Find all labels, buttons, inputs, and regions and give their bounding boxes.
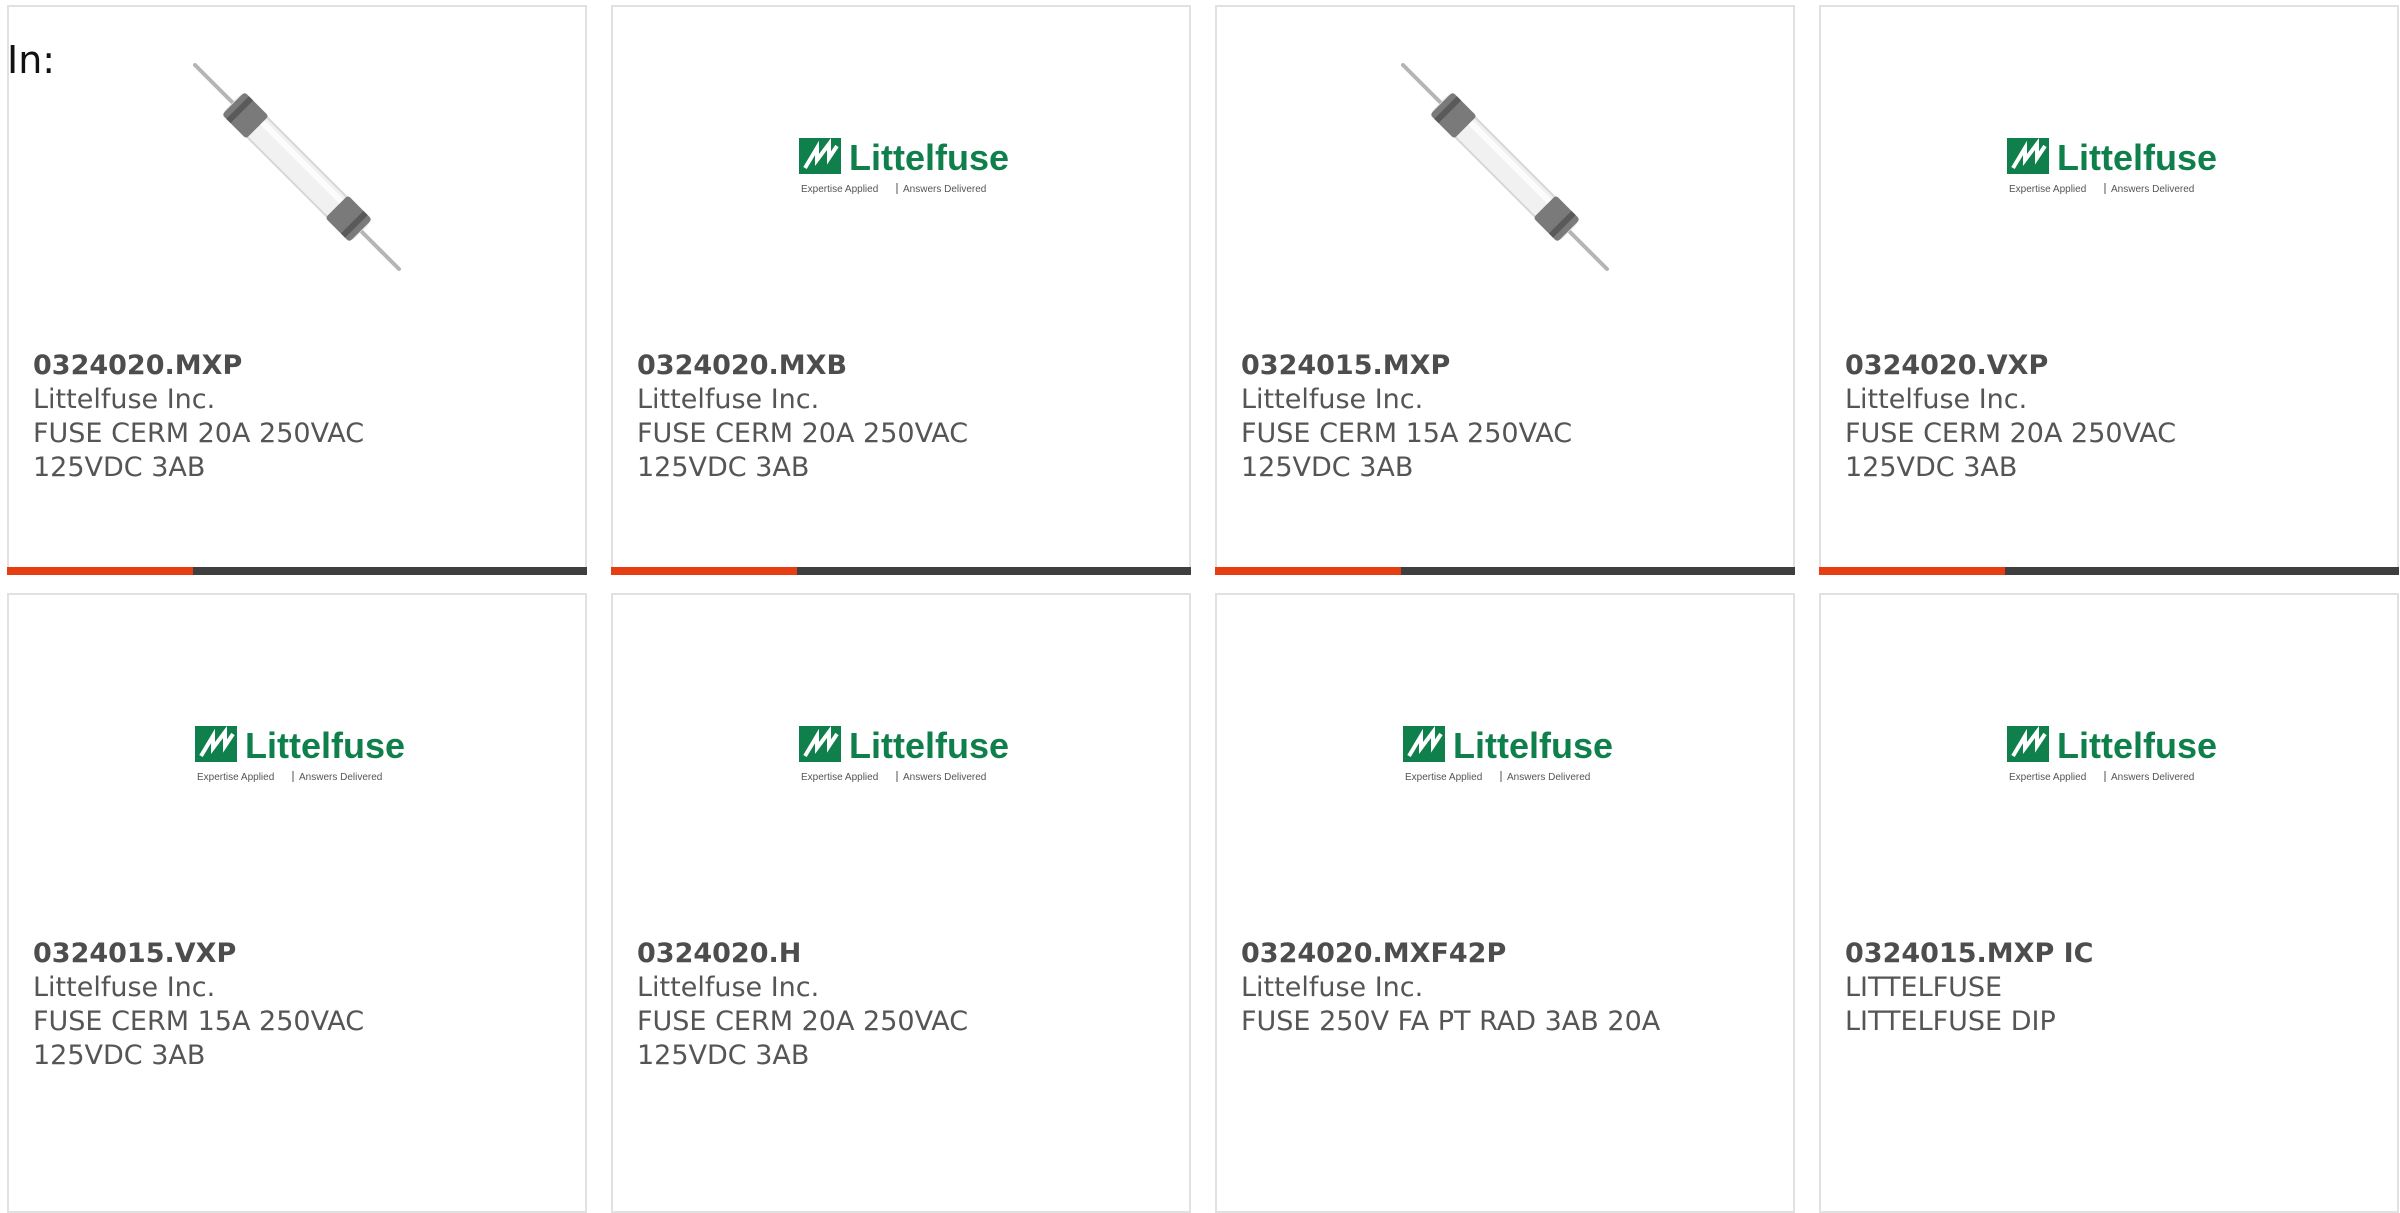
part-number[interactable]: 0324020.MXB xyxy=(637,349,1165,383)
part-number[interactable]: 0324020.MXF42P xyxy=(1241,937,1769,971)
product-card[interactable]: 0324020.MXP Littelfuse Inc. FUSE CERM 20… xyxy=(7,5,587,575)
product-info: 0324020.MXP Littelfuse Inc. FUSE CERM 20… xyxy=(33,349,561,485)
part-number[interactable]: 0324015.VXP xyxy=(33,937,561,971)
logo-name: Littelfuse xyxy=(849,725,1009,766)
logo-tagline-right: Answers Delivered xyxy=(299,772,382,783)
progress-fill xyxy=(7,567,193,575)
product-image[interactable]: Littelfuse Expertise Applied Answers Del… xyxy=(613,595,1189,915)
product-info: 0324015.MXP IC LITTELFUSE LITTELFUSE DIP xyxy=(1845,937,2373,1039)
manufacturer: Littelfuse Inc. xyxy=(637,384,820,415)
progress-fill xyxy=(1215,567,1401,575)
logo-name: Littelfuse xyxy=(1453,725,1613,766)
progress-bar xyxy=(1215,567,1795,575)
product-image[interactable]: Littelfuse Expertise Applied Answers Del… xyxy=(1821,595,2397,915)
littelfuse-logo-icon: Littelfuse Expertise Applied Answers Del… xyxy=(195,725,405,783)
manufacturer: Littelfuse Inc. xyxy=(1241,384,1424,415)
product-grid: 0324020.MXP Littelfuse Inc. FUSE CERM 20… xyxy=(7,5,2400,1213)
logo-name: Littelfuse xyxy=(849,137,1009,178)
part-number[interactable]: 0324015.MXP xyxy=(1241,349,1769,383)
product-info: 0324015.MXP Littelfuse Inc. FUSE CERM 15… xyxy=(1241,349,1769,485)
product-description: FUSE CERM 20A 250VAC 125VDC 3AB xyxy=(1845,418,2177,483)
littelfuse-logo-icon: Littelfuse Expertise Applied Answers Del… xyxy=(1403,725,1613,783)
product-image[interactable] xyxy=(1217,7,1793,327)
product-card[interactable]: Littelfuse Expertise Applied Answers Del… xyxy=(1819,5,2399,575)
littelfuse-logo-icon: Littelfuse Expertise Applied Answers Del… xyxy=(799,725,1009,783)
product-card[interactable]: Littelfuse Expertise Applied Answers Del… xyxy=(1215,593,1795,1213)
littelfuse-logo-icon: Littelfuse Expertise Applied Answers Del… xyxy=(799,137,1009,195)
logo-tagline-right: Answers Delivered xyxy=(1507,772,1590,783)
logo-tagline-left: Expertise Applied xyxy=(2009,184,2086,195)
progress-fill xyxy=(611,567,797,575)
product-info: 0324020.MXF42P Littelfuse Inc. FUSE 250V… xyxy=(1241,937,1769,1039)
manufacturer: Littelfuse Inc. xyxy=(637,972,820,1003)
part-number[interactable]: 0324020.H xyxy=(637,937,1165,971)
product-image[interactable]: Littelfuse Expertise Applied Answers Del… xyxy=(613,7,1189,327)
fuse-photo-icon xyxy=(1401,63,1609,271)
product-description: FUSE CERM 15A 250VAC 125VDC 3AB xyxy=(1241,418,1573,483)
product-card[interactable]: Littelfuse Expertise Applied Answers Del… xyxy=(1819,593,2399,1213)
product-info: 0324020.MXB Littelfuse Inc. FUSE CERM 20… xyxy=(637,349,1165,485)
product-info: 0324020.VXP Littelfuse Inc. FUSE CERM 20… xyxy=(1845,349,2373,485)
logo-tagline-left: Expertise Applied xyxy=(1405,772,1482,783)
manufacturer: Littelfuse Inc. xyxy=(33,384,216,415)
logo-name: Littelfuse xyxy=(245,725,405,766)
logo-name: Littelfuse xyxy=(2057,137,2217,178)
progress-bar xyxy=(7,567,587,575)
product-info: 0324015.VXP Littelfuse Inc. FUSE CERM 15… xyxy=(33,937,561,1073)
littelfuse-logo-icon: Littelfuse Expertise Applied Answers Del… xyxy=(2007,137,2217,195)
logo-tagline-left: Expertise Applied xyxy=(2009,772,2086,783)
part-number[interactable]: 0324015.MXP IC xyxy=(1845,937,2373,971)
product-image[interactable]: Littelfuse Expertise Applied Answers Del… xyxy=(9,595,585,915)
logo-tagline-right: Answers Delivered xyxy=(2111,184,2194,195)
manufacturer: LITTELFUSE xyxy=(1845,972,2003,1003)
logo-tagline-right: Answers Delivered xyxy=(903,184,986,195)
logo-tagline-right: Answers Delivered xyxy=(2111,772,2194,783)
product-description: FUSE CERM 20A 250VAC 125VDC 3AB xyxy=(637,1006,969,1071)
product-description: LITTELFUSE DIP xyxy=(1845,1006,2056,1037)
product-image[interactable] xyxy=(9,7,585,327)
progress-bar xyxy=(611,567,1191,575)
logo-tagline-right: Answers Delivered xyxy=(903,772,986,783)
product-info: 0324020.H Littelfuse Inc. FUSE CERM 20A … xyxy=(637,937,1165,1073)
in-label: In: xyxy=(7,38,56,82)
product-card[interactable]: Littelfuse Expertise Applied Answers Del… xyxy=(611,5,1191,575)
product-description: FUSE CERM 20A 250VAC 125VDC 3AB xyxy=(637,418,969,483)
logo-name: Littelfuse xyxy=(2057,725,2217,766)
logo-tagline-left: Expertise Applied xyxy=(801,772,878,783)
product-card[interactable]: Littelfuse Expertise Applied Answers Del… xyxy=(611,593,1191,1213)
product-description: FUSE CERM 15A 250VAC 125VDC 3AB xyxy=(33,1006,365,1071)
manufacturer: Littelfuse Inc. xyxy=(1241,972,1424,1003)
product-description: FUSE 250V FA PT RAD 3AB 20A xyxy=(1241,1006,1661,1037)
manufacturer: Littelfuse Inc. xyxy=(1845,384,2028,415)
logo-tagline-left: Expertise Applied xyxy=(197,772,274,783)
product-card[interactable]: 0324015.MXP Littelfuse Inc. FUSE CERM 15… xyxy=(1215,5,1795,575)
product-image[interactable]: Littelfuse Expertise Applied Answers Del… xyxy=(1821,7,2397,327)
manufacturer: Littelfuse Inc. xyxy=(33,972,216,1003)
progress-fill xyxy=(1819,567,2005,575)
littelfuse-logo-icon: Littelfuse Expertise Applied Answers Del… xyxy=(2007,725,2217,783)
fuse-photo-icon xyxy=(193,63,401,271)
progress-bar xyxy=(1819,567,2399,575)
part-number[interactable]: 0324020.MXP xyxy=(33,349,561,383)
product-description: FUSE CERM 20A 250VAC 125VDC 3AB xyxy=(33,418,365,483)
product-card[interactable]: Littelfuse Expertise Applied Answers Del… xyxy=(7,593,587,1213)
part-number[interactable]: 0324020.VXP xyxy=(1845,349,2373,383)
product-image[interactable]: Littelfuse Expertise Applied Answers Del… xyxy=(1217,595,1793,915)
logo-tagline-left: Expertise Applied xyxy=(801,184,878,195)
